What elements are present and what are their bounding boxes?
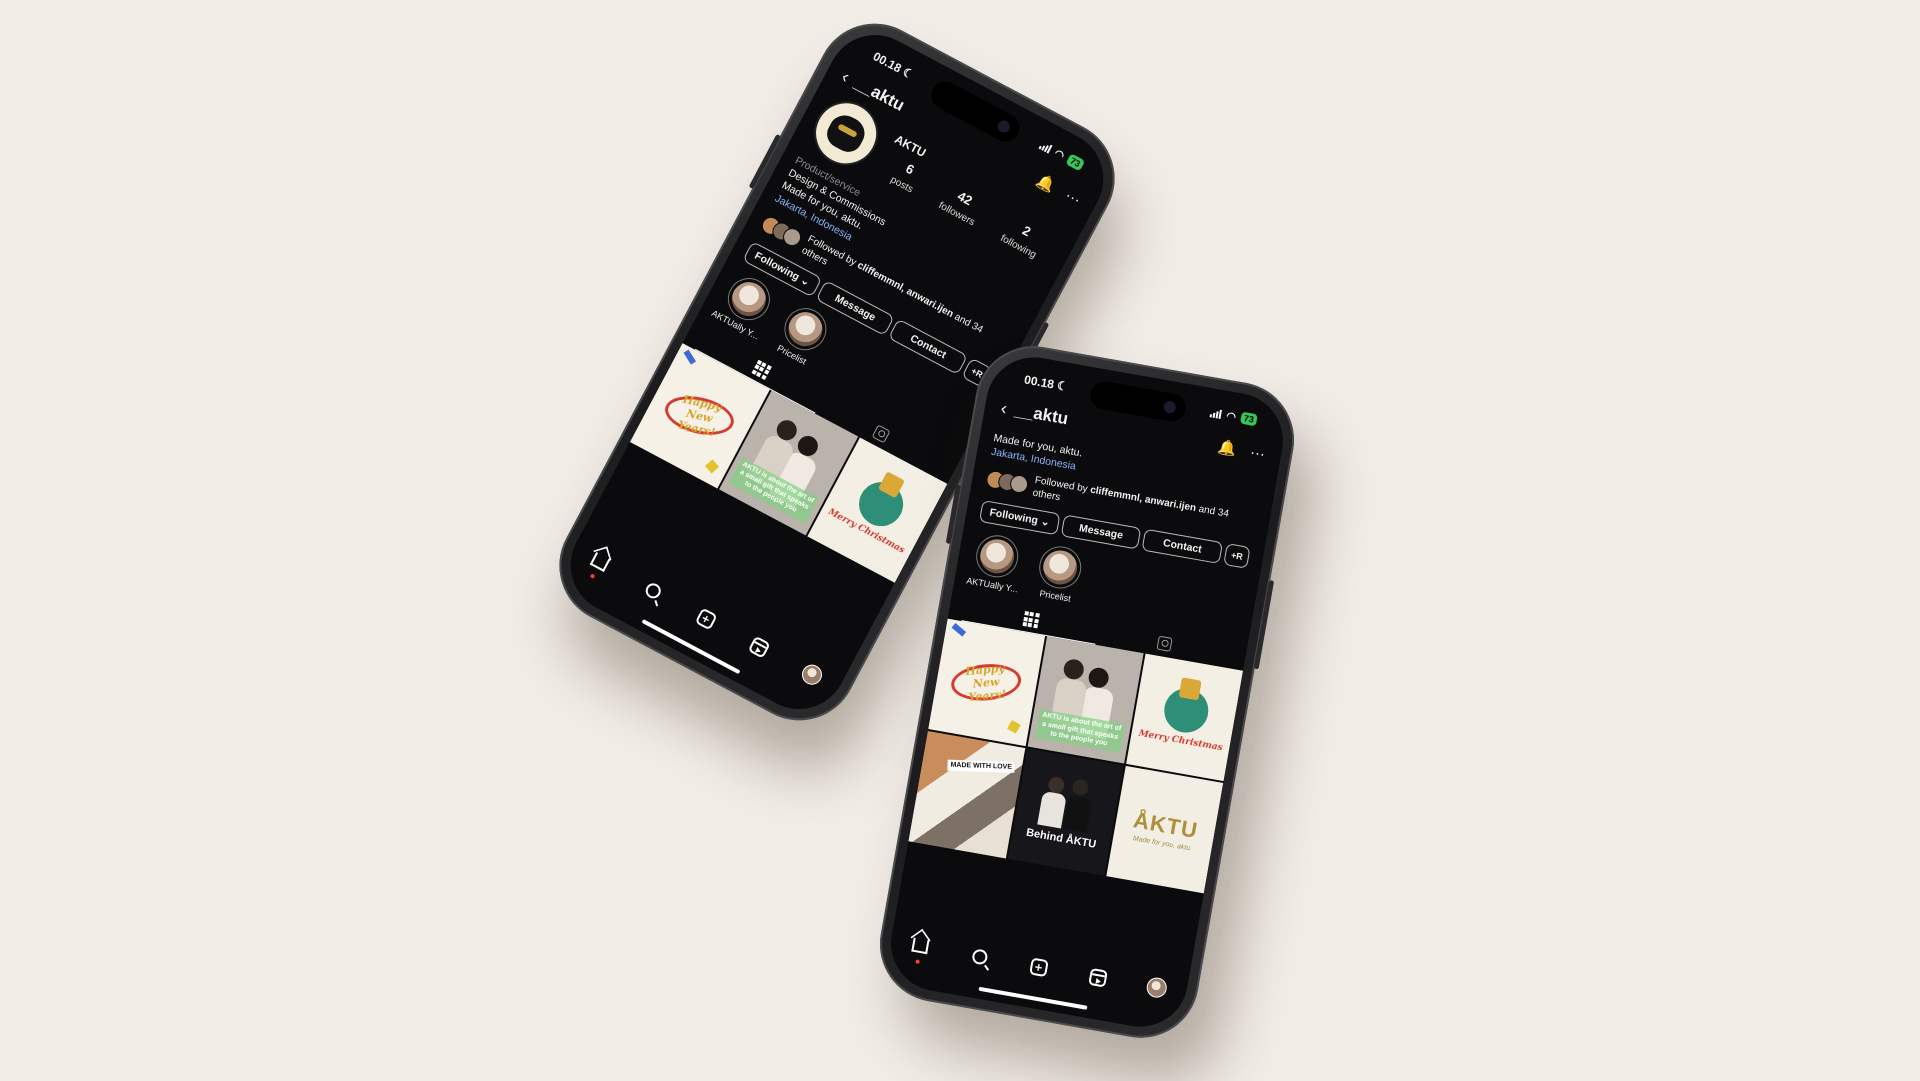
grid-icon [1021,611,1040,629]
home-icon [589,552,611,572]
chevron-down-icon: ⌄ [798,273,812,289]
bottom-nav: + [553,526,850,726]
post-tile[interactable]: Merry Christmas [1126,653,1243,782]
more-options-icon[interactable]: ··· [1249,443,1267,462]
status-time: 00.18 ☾ [870,49,917,83]
highlight-cover [726,275,773,322]
back-icon[interactable]: ‹ [999,398,1008,419]
grid-icon [751,359,772,380]
post-tile[interactable]: Behind ÅKTU [1007,748,1125,877]
message-button[interactable]: Message [1060,514,1142,551]
more-options-icon[interactable]: ··· [1062,186,1083,208]
reels-icon [747,635,771,659]
tagged-person-icon [1156,635,1173,653]
bell-icon[interactable]: 🔔 [1033,171,1058,195]
highlight-cover [782,305,829,352]
add-post-icon: + [694,606,718,630]
signal-icon [1209,407,1223,420]
following-button[interactable]: Following ⌄ [978,500,1061,536]
status-time: 00.18 ☾ [1023,372,1070,394]
bottom-nav: + [883,917,1191,1035]
chevron-down-icon: ⌄ [1039,515,1051,530]
post-tile[interactable]: MADE WITH LOVE [908,731,1025,859]
suggested-people-button[interactable]: +R [1223,543,1251,570]
highlight-item[interactable]: AKTUally Y... [710,269,780,341]
signal-icon [1038,140,1053,154]
wifi-icon: ◠ [1225,409,1238,424]
tagged-person-icon [871,424,891,444]
follower-avatars [984,469,1030,495]
aktu-logo-icon [822,109,870,157]
status-indicators: ◠ 73 [1038,138,1086,172]
stat-posts[interactable]: 6 posts [888,156,925,196]
nav-home[interactable] [582,545,618,579]
nav-create[interactable]: + [1023,953,1055,981]
battery-icon: 73 [1065,153,1086,172]
follower-avatars [758,213,805,250]
bell-icon[interactable]: 🔔 [1216,437,1238,458]
highlight-item[interactable]: AKTUally Y... [966,532,1025,595]
status-indicators: ◠ 73 [1209,406,1258,427]
avatar [1145,976,1169,1000]
notification-dot [915,959,920,964]
search-icon [970,947,989,966]
post-tile[interactable]: Happy New Years! [928,619,1045,747]
nav-search[interactable] [964,942,996,970]
highlight-cover [977,536,1017,577]
contact-button[interactable]: Contact [1141,529,1224,565]
home-icon [911,937,930,955]
nav-create[interactable]: + [688,601,724,635]
avatar [798,661,826,689]
search-icon [642,580,664,601]
post-tile[interactable]: AKTU is about the art of a small gift th… [1027,636,1144,764]
battery-icon: 73 [1239,411,1258,427]
nav-profile[interactable] [794,658,830,692]
notification-dot [589,573,596,579]
highlight-item[interactable]: Pricelist [1031,543,1088,605]
profile-username: __aktu [1013,400,1070,429]
highlight-cover [1040,548,1080,588]
nav-reels[interactable] [1082,963,1114,991]
avatar [1008,473,1030,495]
back-icon[interactable]: ‹ [838,66,853,86]
nav-profile[interactable] [1141,973,1173,1001]
nav-search[interactable] [635,573,671,607]
wifi-icon: ◠ [1052,146,1067,162]
profile-content: Made for you, aktu. Jakarta, Indonesia F… [908,431,1263,894]
add-post-icon: + [1028,956,1049,977]
reels-icon [1087,967,1108,988]
post-tile[interactable]: ÅKTU Made for you, aktu. [1106,766,1224,894]
highlight-item[interactable]: Pricelist [768,299,836,370]
nav-reels[interactable] [741,629,777,663]
nav-home[interactable] [905,932,937,964]
